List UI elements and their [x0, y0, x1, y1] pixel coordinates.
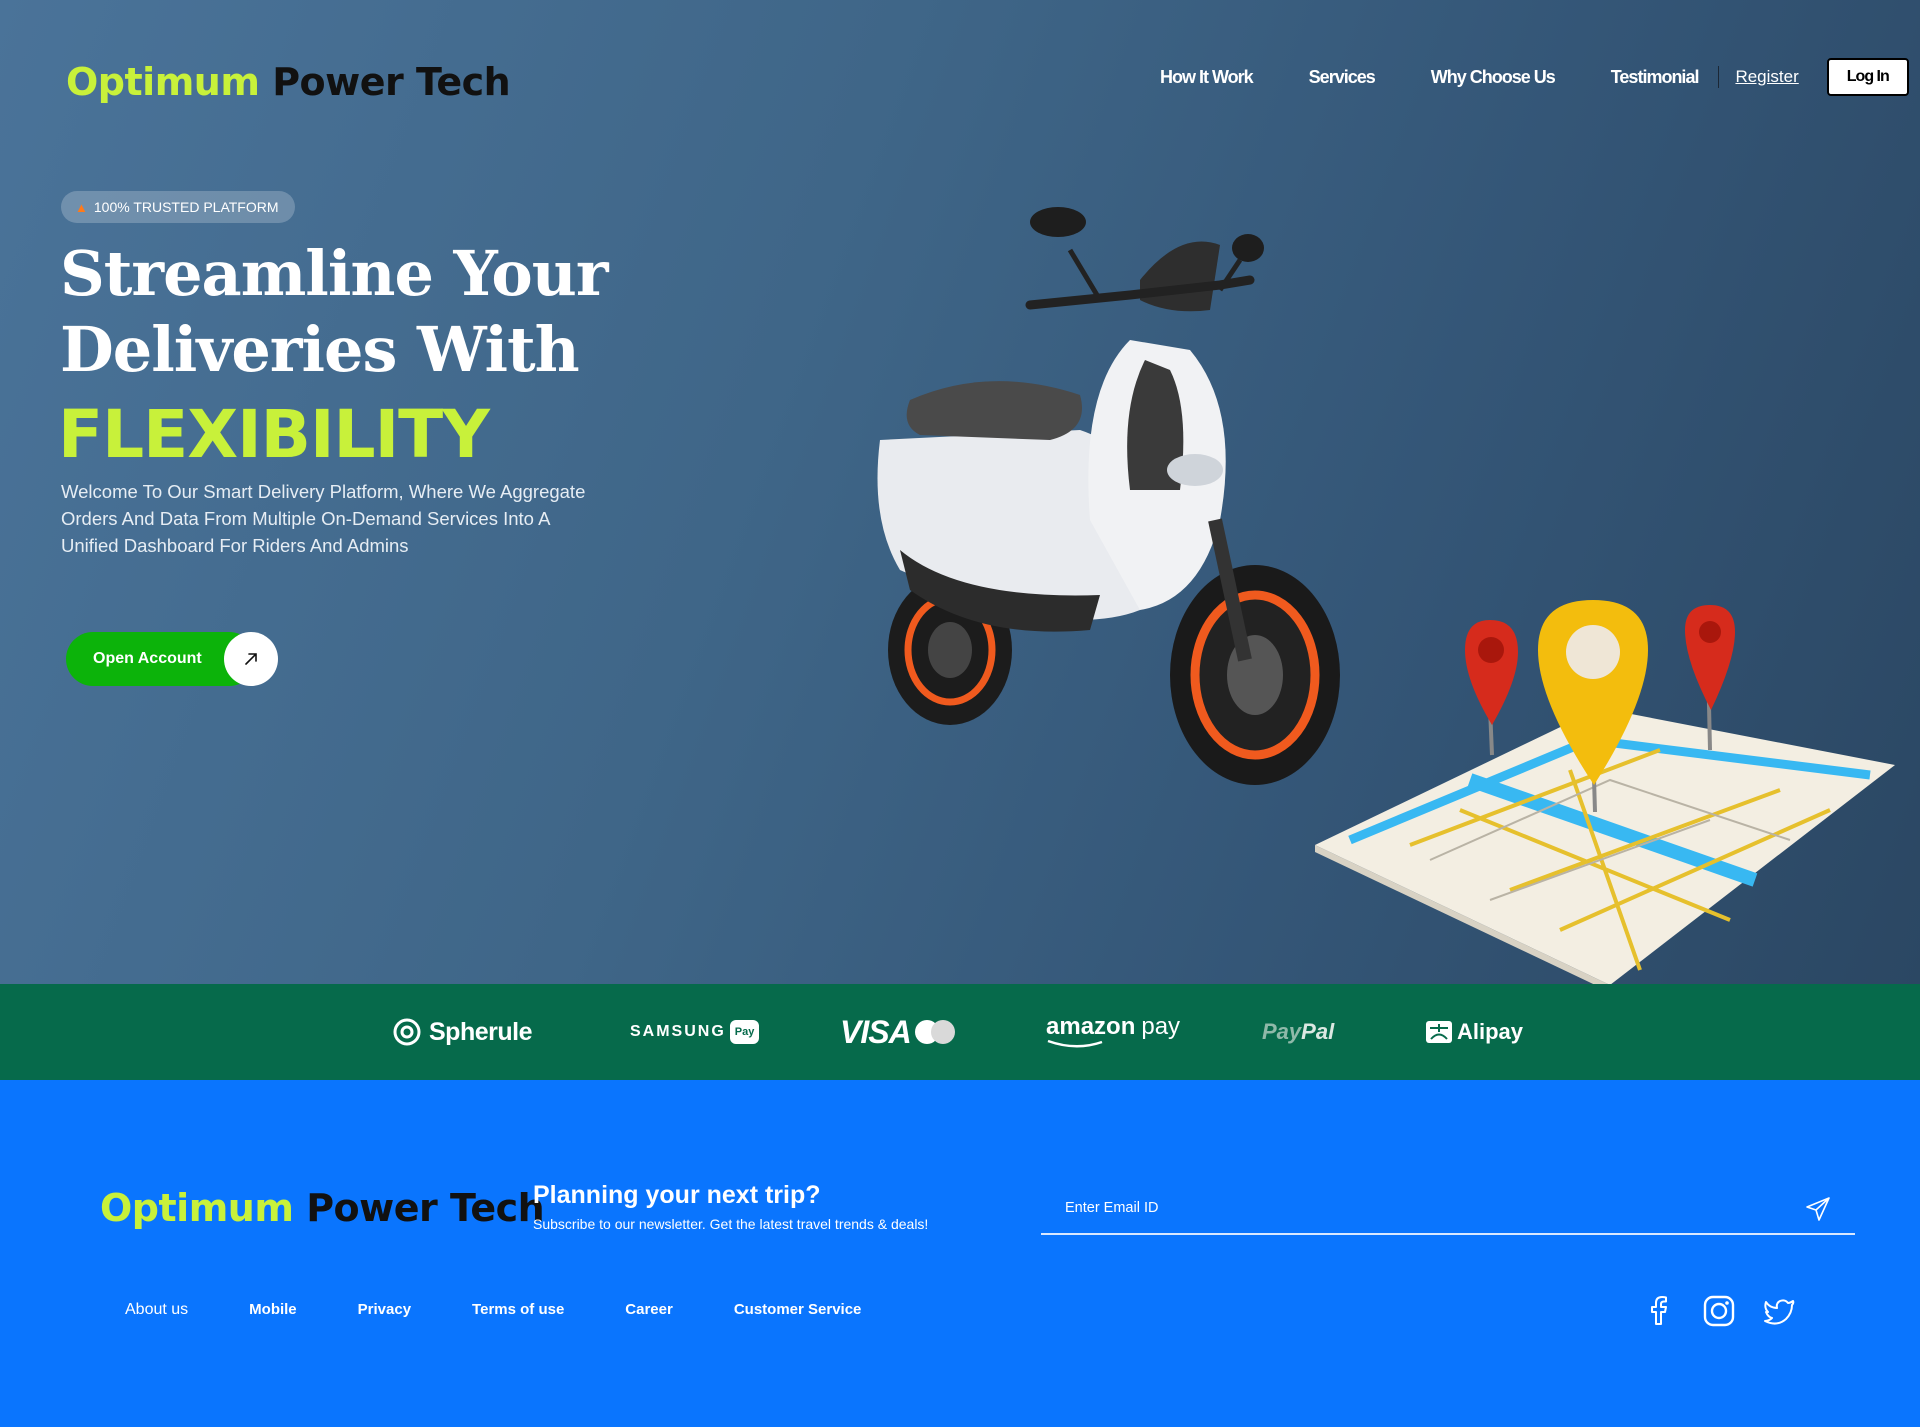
- paypal-label-part1: Pay: [1262, 1019, 1302, 1044]
- spherule-label: Spherule: [429, 1017, 532, 1046]
- nav-services[interactable]: Services: [1309, 67, 1376, 88]
- footer-link-mobile[interactable]: Mobile: [249, 1301, 297, 1319]
- samsung-label: SAMSUNG: [630, 1023, 726, 1040]
- partner-samsung-pay: SAMSUNG Pay: [630, 984, 760, 1080]
- footer-link-privacy[interactable]: Privacy: [358, 1301, 411, 1319]
- fire-icon: ▲: [75, 199, 88, 215]
- nav-testimonial[interactable]: Testimonial: [1611, 67, 1700, 88]
- partner-paypal: Pay Pal: [1262, 984, 1334, 1080]
- register-link[interactable]: Register: [1735, 67, 1798, 87]
- login-button[interactable]: Log In: [1826, 58, 1909, 96]
- nav-how-it-work[interactable]: How It Work: [1160, 67, 1254, 88]
- newsletter-form: [1041, 1190, 1855, 1235]
- hero-description: Welcome To Our Smart Delivery Platform, …: [61, 481, 586, 556]
- visa-label: VISA: [840, 1013, 912, 1050]
- alipay-icon: [1426, 1021, 1452, 1043]
- brand-name-part1: Optimum: [66, 60, 260, 104]
- twitter-icon[interactable]: [1762, 1294, 1796, 1328]
- amazon-pay-label: pay: [1141, 1013, 1181, 1040]
- nav-divider: [1718, 66, 1720, 88]
- newsletter-subtitle: Subscribe to our newsletter. Get the lat…: [533, 1216, 929, 1232]
- map-pins-image: [1315, 600, 1895, 984]
- footer-link-career[interactable]: Career: [625, 1301, 673, 1319]
- brand-logo[interactable]: Optimum Power Tech: [66, 60, 511, 104]
- trusted-badge-label: 100% TRUSTED PLATFORM: [93, 199, 279, 215]
- alipay-label: Alipay: [1457, 1019, 1524, 1044]
- email-input[interactable]: [1065, 1190, 1765, 1226]
- newsletter-title: Planning your next trip?: [533, 1181, 821, 1209]
- facebook-icon[interactable]: [1642, 1294, 1676, 1328]
- instagram-icon[interactable]: [1702, 1294, 1736, 1328]
- partner-alipay: Alipay: [1425, 984, 1523, 1080]
- hero-section: Optimum Power Tech How It Work Services …: [0, 0, 1920, 984]
- brand-name-part2: Power Tech: [272, 60, 511, 104]
- footer-link-customer-service[interactable]: Customer Service: [734, 1301, 862, 1319]
- partner-spherule: Spherule: [393, 984, 532, 1080]
- samsung-pay-label: Pay: [729, 1020, 760, 1044]
- spherule-icon: [393, 1018, 421, 1046]
- footer-brand-part2: Power Tech: [306, 1186, 545, 1230]
- amazon-label: amazon: [1046, 1013, 1136, 1040]
- partner-amazon-pay: amazon pay: [1046, 984, 1180, 1080]
- trusted-badge: ▲ 100% TRUSTED PLATFORM: [61, 191, 295, 223]
- top-nav: How It Work Services Why Choose Us Testi…: [1160, 58, 1909, 96]
- partner-visa: VISA: [840, 984, 957, 1080]
- partner-logos-strip: Spherule SAMSUNG Pay VISA amazon pay Pay…: [0, 984, 1920, 1080]
- footer-link-terms[interactable]: Terms of use: [472, 1301, 564, 1319]
- paypal-label-part2: Pal: [1301, 1019, 1335, 1044]
- hero-headline: Streamline Your Deliveries With: [60, 236, 608, 388]
- footer-link-about[interactable]: About us: [125, 1301, 188, 1319]
- amazon-smile-icon: [1047, 1039, 1103, 1048]
- send-icon[interactable]: [1805, 1196, 1831, 1222]
- hero-headline-line1: Streamline Your: [60, 237, 608, 310]
- open-account-button[interactable]: Open Account: [66, 632, 278, 686]
- hero-headline-accent: FLEXIBILITY: [58, 396, 490, 473]
- mastercard-icon: [914, 1020, 955, 1044]
- footer-brand-logo[interactable]: Optimum Power Tech: [100, 1186, 545, 1230]
- footer-links: About us Mobile Privacy Terms of use Car…: [125, 1301, 922, 1319]
- nav-why-choose-us[interactable]: Why Choose Us: [1431, 67, 1556, 88]
- hero-headline-line2: Deliveries With: [60, 313, 580, 386]
- arrow-up-right-icon: [224, 632, 278, 686]
- footer-brand-part1: Optimum: [100, 1186, 294, 1230]
